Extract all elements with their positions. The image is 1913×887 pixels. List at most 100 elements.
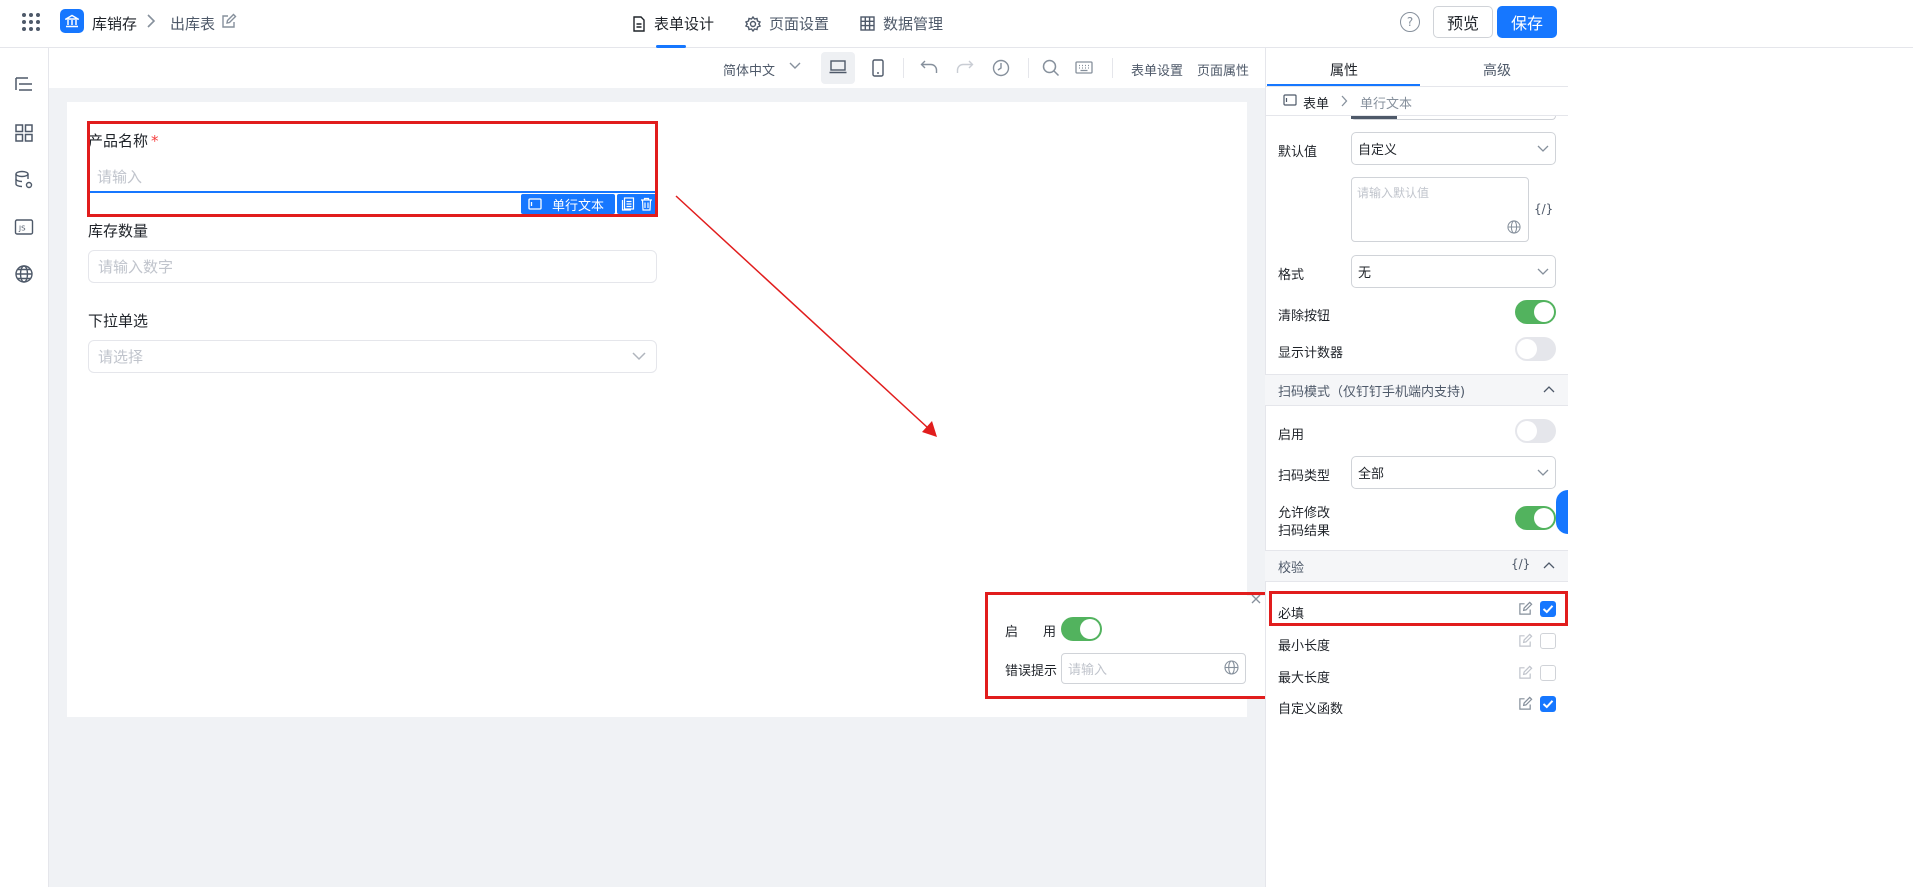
tab-label: 表单设计 [654,15,715,33]
allow-edit-label-1: 允许修改 [1278,506,1331,521]
validation-required-checkbox[interactable] [1540,601,1556,617]
delete-trash-icon[interactable] [640,197,653,211]
expression-button[interactable]: {/} [1534,202,1553,216]
copy-icon[interactable] [621,197,635,211]
table-icon [860,16,875,31]
validation-min-length-checkbox[interactable] [1540,633,1556,649]
error-message-placeholder: 请输入 [1068,663,1108,678]
format-select-text: 无 [1358,266,1372,281]
app-logo [60,9,84,33]
toolbar-divider [1028,58,1029,78]
language-select[interactable]: 简体中文 [723,60,775,79]
globe-icon[interactable] [1507,220,1521,234]
required-star: * [151,132,159,150]
chevron-right-icon [1340,95,1348,107]
apps-grid-icon[interactable] [22,13,44,35]
popup-enable-label-b: 用 [1043,625,1057,640]
toggle-knob [1517,339,1537,359]
redo-icon[interactable] [956,59,974,75]
validation-title: 校验 [1278,560,1305,576]
error-message-input[interactable]: 请输入 [1061,653,1246,684]
preview-button[interactable]: 预览 [1433,6,1493,38]
chevron-up-icon[interactable] [1543,385,1555,393]
format-select[interactable]: 无 [1351,255,1556,288]
chevron-down-icon [1537,268,1549,275]
field-label-dropdown[interactable]: 下拉单选 [88,310,148,331]
desktop-icon[interactable] [829,60,847,74]
chevron-up-icon[interactable] [1543,561,1555,569]
globe-icon[interactable] [14,264,34,284]
product-name-input[interactable]: 请输入 [88,161,656,193]
allow-edit-toggle[interactable] [1515,506,1556,530]
scan-mode-title: 扫码模式（仅钉钉手机端内支持) [1278,384,1466,400]
dropdown-select[interactable]: 请选择 [88,340,657,373]
tab-data-management[interactable]: 数据管理 [860,13,943,34]
popup-enable-label-a: 启 [1005,625,1019,640]
toggle-knob [1080,619,1100,639]
field-label-text: 产品名称 [88,132,149,150]
keyboard-icon[interactable] [1075,61,1093,74]
default-value-textarea[interactable]: 请输入默认值 [1351,177,1529,242]
edit-icon[interactable] [1518,633,1533,648]
scan-enable-toggle[interactable] [1515,419,1556,443]
show-counter-label: 显示计数器 [1278,346,1344,361]
validation-custom-function-checkbox[interactable] [1540,696,1556,712]
scan-type-select[interactable]: 全部 [1351,456,1556,489]
field-label-product-name[interactable]: 产品名称 * [88,130,159,151]
gear-icon [745,15,761,32]
app-name[interactable]: 库销存 [92,13,137,34]
page-name: 出库表 [170,15,216,33]
mobile-icon[interactable] [872,59,884,77]
default-value-placeholder: 请输入默认值 [1357,186,1430,200]
globe-icon[interactable] [1224,660,1239,675]
edit-icon[interactable] [1518,696,1533,711]
edit-icon[interactable] [221,13,237,29]
tab-form-design[interactable]: 表单设计 [632,13,714,34]
js-code-icon[interactable]: JS [14,217,34,237]
show-counter-toggle[interactable] [1515,337,1556,361]
segment-indicator [1351,116,1397,119]
format-label: 格式 [1278,268,1305,283]
datasource-settings-icon[interactable] [14,170,34,190]
validation-max-length-checkbox[interactable] [1540,665,1556,681]
validation-min-length-label: 最小长度 [1278,639,1331,654]
help-icon[interactable]: ? [1400,12,1420,32]
clear-button-toggle[interactable] [1515,300,1556,324]
chevron-down-icon [1537,145,1549,152]
page-properties-button[interactable]: 页面属性 [1197,60,1249,79]
breadcrumb-root[interactable]: 表单 [1303,93,1329,112]
document-icon [633,15,645,32]
toolbar-divider [1112,58,1113,78]
outline-tree-icon[interactable] [14,75,34,95]
search-icon[interactable] [1042,59,1060,77]
floating-assistant-button[interactable] [1556,490,1568,534]
stock-quantity-input[interactable]: 请输入数字 [88,250,657,283]
tab-advanced[interactable]: 高级 [1483,60,1511,80]
chevron-right-icon [146,14,156,28]
default-value-select[interactable]: 自定义 [1351,132,1556,165]
history-clock-icon[interactable] [992,59,1010,77]
undo-icon[interactable] [920,59,938,75]
popup-enable-toggle[interactable] [1061,617,1102,641]
components-grid-icon[interactable] [14,123,34,143]
default-value-label: 默认值 [1278,145,1318,160]
tab-label: 数据管理 [883,15,944,33]
scan-type-select-text: 全部 [1358,467,1385,482]
edit-icon[interactable] [1518,665,1533,680]
chevron-down-icon [632,352,646,361]
validation-expression-button[interactable]: {/} [1511,557,1530,571]
tab-properties[interactable]: 属性 [1330,60,1358,80]
edit-icon[interactable] [1518,601,1533,616]
toolbar-divider [903,58,904,78]
toggle-knob [1534,302,1554,322]
field-label-stock-quantity[interactable]: 库存数量 [88,220,148,241]
form-settings-button[interactable]: 表单设置 [1131,60,1183,79]
scan-mode-section[interactable]: 扫码模式（仅钉钉手机端内支持) [1265,374,1568,406]
scan-enable-label: 启用 [1278,428,1305,443]
toggle-knob [1517,421,1537,441]
close-icon[interactable] [1251,594,1261,604]
clear-button-label: 清除按钮 [1278,309,1331,324]
tab-page-settings[interactable]: 页面设置 [745,13,829,34]
form-icon [1283,94,1297,106]
save-button[interactable]: 保存 [1497,6,1557,38]
